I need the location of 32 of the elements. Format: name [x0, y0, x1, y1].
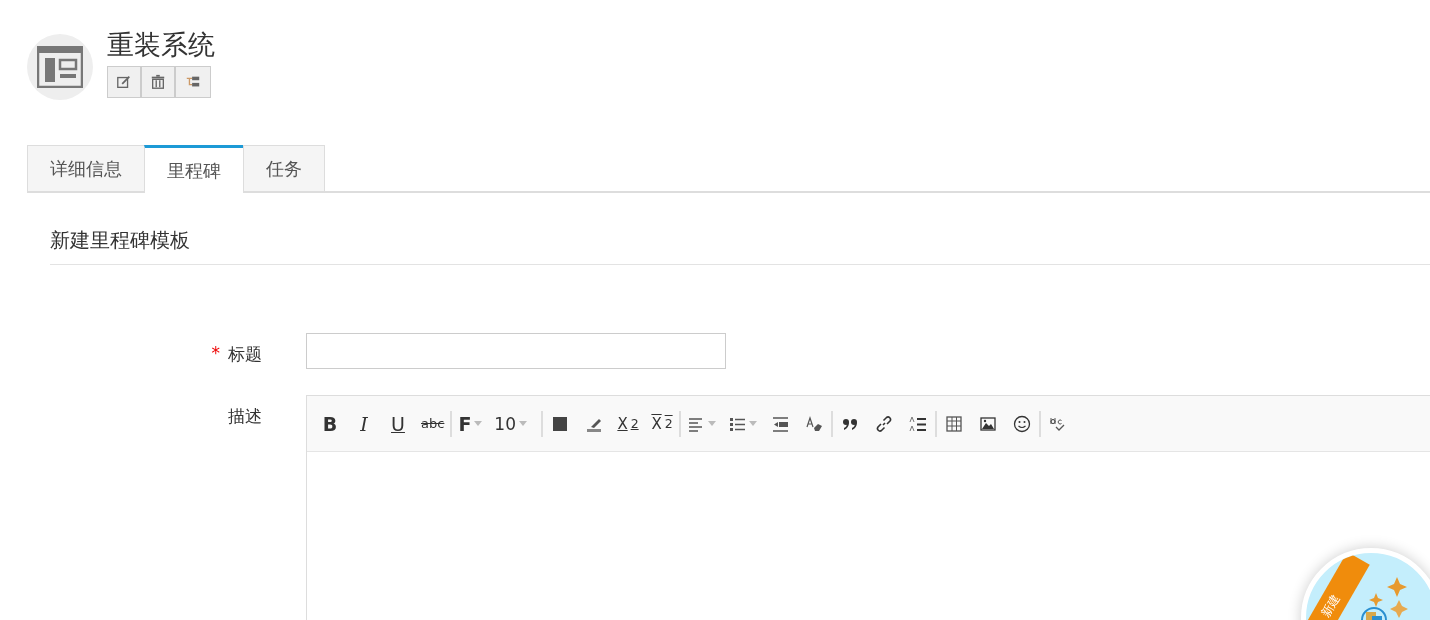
line-height-icon: [909, 414, 927, 433]
caret-icon: [519, 421, 527, 426]
tab[interactable]: 里程碑: [144, 145, 244, 193]
link-icon: [875, 414, 893, 433]
outdent-icon: [771, 414, 789, 433]
caret-icon: [708, 421, 716, 426]
tree-button[interactable]: [176, 67, 210, 97]
section-title: 新建里程碑模板: [50, 227, 1430, 265]
delete-button[interactable]: [142, 67, 176, 97]
caret-icon: [749, 421, 757, 426]
image-icon: [979, 414, 997, 433]
tab[interactable]: 详细信息: [27, 145, 145, 191]
trash-icon: [150, 74, 166, 90]
strike-button[interactable]: abc: [417, 408, 449, 439]
field-label: 描述: [228, 405, 262, 428]
field-label: 标题: [228, 343, 262, 366]
size-button[interactable]: 10: [490, 408, 531, 439]
edit-button[interactable]: [108, 67, 142, 97]
title-input-field[interactable]: [306, 333, 726, 369]
smiley-icon: [1013, 414, 1031, 433]
caret-icon: [474, 421, 483, 426]
table-icon: [945, 414, 963, 433]
color-swatch-icon: [551, 414, 569, 433]
bold-button[interactable]: B: [315, 408, 345, 439]
font-button[interactable]: F: [454, 408, 487, 439]
underline-button[interactable]: U: [383, 408, 413, 439]
italic-button[interactable]: I: [349, 408, 379, 439]
edit-icon: [116, 74, 132, 90]
required-mark: *: [211, 343, 220, 365]
tab[interactable]: 任务: [243, 145, 325, 191]
clear-format-icon: [805, 414, 823, 433]
page-title: 重装系统: [107, 28, 215, 62]
